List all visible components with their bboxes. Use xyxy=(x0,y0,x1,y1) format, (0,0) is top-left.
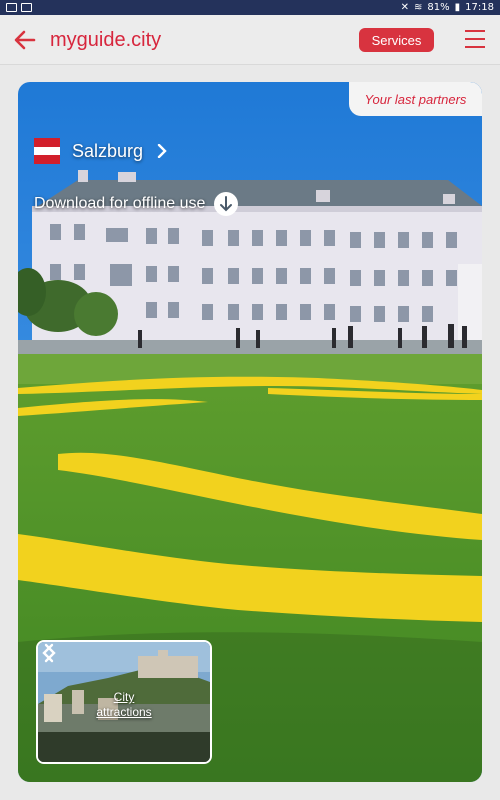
last-partners-button[interactable]: Your last partners xyxy=(349,82,482,116)
download-offline-label: Download for offline use xyxy=(34,195,206,212)
clock: 17:18 xyxy=(465,2,494,13)
battery-percent: 81% xyxy=(427,2,450,13)
status-bar: ✕ ≋ 81% ▮ 17:18 xyxy=(0,0,500,15)
city-attractions-card[interactable]: City attractions xyxy=(36,640,212,764)
back-arrow-icon[interactable] xyxy=(12,27,38,53)
city-name: Salzburg xyxy=(72,140,144,161)
download-icon xyxy=(214,192,239,216)
carousel-next-icon[interactable] xyxy=(38,642,60,664)
city-selector[interactable]: Salzburg xyxy=(34,138,169,165)
city-attractions-line1: City xyxy=(113,690,135,704)
city-attractions-label: City attractions xyxy=(38,690,210,720)
hamburger-menu-icon[interactable] xyxy=(465,30,485,50)
city-hero-card[interactable]: Your last partners Salzburg Download for… xyxy=(18,82,482,782)
app-bar: myguide.city Services xyxy=(0,15,500,65)
app-notification-icon xyxy=(21,3,32,12)
austria-flag-icon xyxy=(34,138,60,165)
brand-title[interactable]: myguide.city xyxy=(50,29,161,52)
download-offline-button[interactable]: Download for offline use xyxy=(34,191,239,217)
mute-icon: ✕ xyxy=(400,2,410,13)
battery-icon: ▮ xyxy=(454,2,461,13)
notification-icons xyxy=(6,3,32,12)
chevron-right-icon xyxy=(157,144,167,158)
wifi-icon: ≋ xyxy=(414,2,423,13)
gallery-notification-icon xyxy=(6,3,17,12)
city-attractions-line2: attractions xyxy=(96,705,152,719)
services-button[interactable]: Services xyxy=(359,28,434,52)
